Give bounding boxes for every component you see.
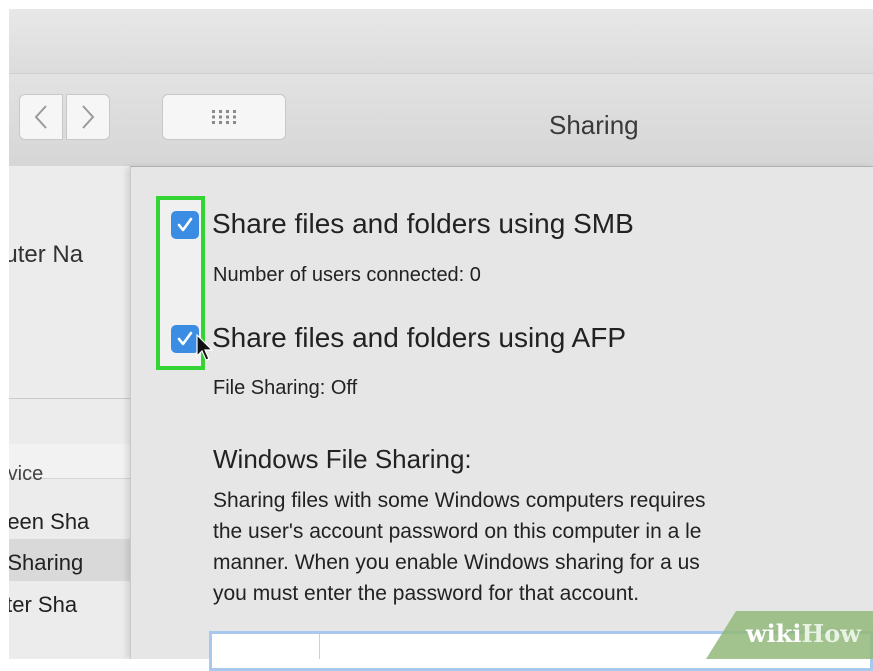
windows-description-line: Sharing files with some Windows computer… [213, 489, 706, 512]
computer-name-label: puter Na [9, 241, 84, 268]
file-sharing-status: File Sharing: Off [213, 377, 358, 399]
smb-checkbox[interactable] [171, 211, 199, 239]
watermark-text: wikiHow [746, 619, 861, 648]
show-all-button[interactable] [162, 94, 286, 140]
toolbar: Sharing [9, 74, 873, 167]
table-column-divider [319, 634, 320, 659]
windows-description-line: the user's account password on this comp… [213, 520, 702, 543]
afp-checkbox[interactable] [171, 325, 199, 353]
back-button[interactable] [19, 94, 63, 140]
chevron-right-icon [82, 105, 95, 129]
service-item-printer-sharing[interactable]: inter Sha [9, 592, 77, 618]
service-item-file-sharing[interactable]: e Sharing [9, 550, 83, 576]
smb-option-label[interactable]: Share files and folders using SMB [212, 208, 634, 240]
grid-icon [212, 110, 236, 124]
title-bar [9, 9, 873, 74]
windows-file-sharing-heading: Windows File Sharing: [213, 444, 472, 474]
service-column-header: rvice [9, 463, 44, 485]
service-item-screen-sharing[interactable]: creen Sha [9, 509, 89, 535]
afp-option-label[interactable]: Share files and folders using AFP [212, 322, 626, 354]
forward-button[interactable] [66, 94, 110, 140]
chevron-left-icon [34, 105, 47, 129]
windows-description-line: manner. When you enable Windows sharing … [213, 551, 700, 574]
window-title: Sharing [549, 110, 639, 140]
wikihow-watermark: wikiHow [706, 611, 873, 659]
sidebar: puter Na rvice creen Sha e Sharing inter… [9, 166, 130, 659]
users-connected-text: Number of users connected: 0 [213, 264, 481, 286]
windows-description-line: you must enter the password for that acc… [213, 582, 640, 605]
checkmark-icon [177, 331, 193, 346]
divider [9, 398, 130, 399]
checkmark-icon [177, 217, 193, 232]
